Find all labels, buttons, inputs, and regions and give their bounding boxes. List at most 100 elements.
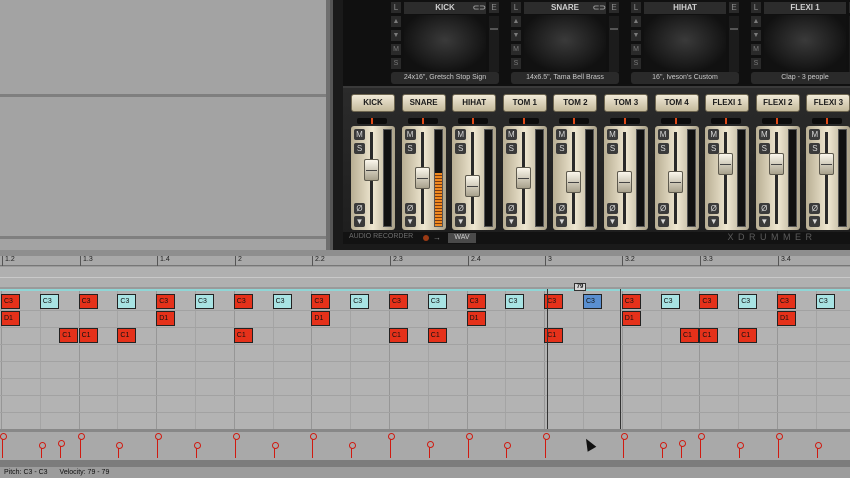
arrow-up-icon[interactable]: ▲ bbox=[751, 16, 761, 27]
pan-knob[interactable] bbox=[761, 118, 792, 124]
phase-invert-button[interactable]: Ø bbox=[455, 203, 467, 214]
midi-note[interactable]: C3 bbox=[1, 294, 20, 309]
load-button[interactable]: L bbox=[751, 2, 761, 13]
volume-fader[interactable] bbox=[667, 170, 683, 193]
load-button[interactable]: L bbox=[391, 2, 401, 13]
channel-name-button[interactable]: FLEXI 1 bbox=[705, 94, 750, 112]
pan-knob[interactable] bbox=[458, 118, 489, 124]
midi-note[interactable]: C3 bbox=[815, 294, 835, 309]
pan-knob[interactable] bbox=[610, 118, 640, 124]
midi-note[interactable]: C3 bbox=[389, 294, 408, 309]
midi-note[interactable]: C3 bbox=[117, 294, 137, 309]
midi-note[interactable]: C3 bbox=[660, 294, 680, 309]
phase-invert-button[interactable]: Ø bbox=[404, 203, 416, 214]
velocity-bar[interactable] bbox=[38, 441, 46, 458]
arrow-up-icon[interactable]: ▲ bbox=[511, 16, 521, 27]
pan-knob[interactable] bbox=[812, 118, 843, 124]
phase-invert-button[interactable]: Ø bbox=[556, 203, 568, 214]
arrow-down-icon[interactable]: ▼ bbox=[751, 30, 761, 41]
midi-note[interactable]: D1 bbox=[311, 311, 331, 326]
solo-button[interactable]: S bbox=[657, 143, 669, 154]
edit-button[interactable]: E bbox=[729, 2, 739, 13]
link-icon[interactable]: ⊂⊃ bbox=[473, 2, 486, 14]
mute-button[interactable]: M bbox=[751, 44, 761, 55]
horizontal-scrollbar[interactable] bbox=[0, 460, 850, 467]
mute-button[interactable]: M bbox=[511, 44, 521, 55]
midi-note[interactable]: D1 bbox=[621, 311, 641, 326]
output-button[interactable]: ▼ bbox=[404, 216, 416, 227]
volume-fader[interactable] bbox=[718, 153, 734, 175]
midi-note[interactable]: C3 bbox=[350, 294, 370, 309]
velocity-bar[interactable] bbox=[116, 441, 124, 458]
phase-invert-button[interactable]: Ø bbox=[708, 203, 720, 214]
channel-name-button[interactable]: TOM 4 bbox=[654, 94, 699, 112]
volume-fader[interactable] bbox=[465, 175, 481, 198]
kit-piece-name[interactable]: 24x16", Gretsch Stop Sign bbox=[391, 72, 499, 84]
solo-button[interactable]: S bbox=[631, 58, 641, 69]
channel-name-button[interactable]: FLEXI 3 bbox=[806, 94, 850, 112]
output-button[interactable]: ▼ bbox=[708, 216, 720, 227]
load-button[interactable]: L bbox=[631, 2, 641, 13]
edit-button[interactable]: E bbox=[609, 2, 619, 13]
midi-note[interactable]: C3 bbox=[738, 294, 758, 309]
phase-invert-button[interactable]: Ø bbox=[758, 203, 770, 214]
link-icon[interactable]: ⊂⊃ bbox=[593, 2, 606, 14]
mute-button[interactable]: M bbox=[708, 129, 720, 140]
midi-note[interactable]: C3 bbox=[505, 294, 525, 309]
channel-name-button[interactable]: HIHAT bbox=[452, 94, 497, 112]
solo-button[interactable]: S bbox=[455, 143, 467, 154]
velocity-bar[interactable] bbox=[814, 441, 822, 458]
volume-fader[interactable] bbox=[566, 170, 582, 193]
solo-button[interactable]: S bbox=[607, 143, 618, 154]
pan-knob[interactable] bbox=[711, 118, 742, 124]
output-button[interactable]: ▼ bbox=[455, 216, 467, 227]
velocity-bar[interactable] bbox=[0, 433, 7, 458]
mute-button[interactable]: M bbox=[607, 129, 618, 140]
midi-note[interactable]: C1 bbox=[699, 328, 719, 343]
arrow-up-icon[interactable]: ▲ bbox=[391, 16, 401, 27]
midi-note[interactable]: C3 bbox=[272, 294, 292, 309]
kit-slot[interactable]: LE▲▼MSFLEXI 1Clap - 3 people bbox=[751, 0, 850, 86]
midi-note[interactable]: C3 bbox=[777, 294, 796, 309]
midi-note[interactable]: D1 bbox=[1, 311, 20, 326]
velocity-bar[interactable] bbox=[659, 441, 667, 458]
solo-button[interactable]: S bbox=[809, 143, 821, 154]
midi-note[interactable]: C1 bbox=[117, 328, 137, 343]
volume-fader[interactable] bbox=[414, 167, 430, 189]
midi-note[interactable]: C3 bbox=[621, 294, 641, 309]
velocity-bar[interactable] bbox=[426, 440, 434, 458]
kit-piece-name[interactable]: 16", Iveson's Custom bbox=[631, 72, 739, 84]
solo-button[interactable]: S bbox=[354, 143, 365, 154]
channel-name-button[interactable]: TOM 2 bbox=[553, 94, 598, 112]
pan-knob[interactable] bbox=[508, 118, 539, 124]
midi-note[interactable]: C1 bbox=[427, 328, 447, 343]
loop-bar[interactable] bbox=[0, 267, 850, 288]
arrow-down-icon[interactable]: ▼ bbox=[631, 30, 641, 41]
velocity-bar[interactable] bbox=[155, 433, 163, 458]
midi-note[interactable]: C1 bbox=[680, 328, 699, 343]
velocity-bar[interactable] bbox=[232, 433, 240, 458]
channel-name-button[interactable]: KICK bbox=[351, 94, 395, 112]
midi-note[interactable]: C3 bbox=[583, 294, 602, 309]
output-button[interactable]: ▼ bbox=[556, 216, 568, 227]
velocity-bar[interactable] bbox=[271, 441, 279, 458]
midi-note[interactable]: C1 bbox=[389, 328, 408, 343]
velocity-bar[interactable] bbox=[194, 441, 201, 458]
output-button[interactable]: ▼ bbox=[758, 216, 770, 227]
mute-button[interactable]: M bbox=[455, 129, 467, 140]
kit-slot[interactable]: L E ▲ ▼ M S SNARE ⊂⊃ 14x6.5", Tama Bell Brass bbox=[511, 0, 619, 86]
velocity-bar[interactable] bbox=[58, 439, 66, 458]
velocity-bar[interactable] bbox=[776, 433, 783, 458]
channel-name-button[interactable]: FLEXI 2 bbox=[755, 94, 800, 112]
mute-button[interactable]: M bbox=[404, 129, 416, 140]
velocity-lane[interactable] bbox=[0, 432, 850, 460]
volume-fader[interactable] bbox=[819, 153, 835, 175]
arrow-down-icon[interactable]: ▼ bbox=[391, 30, 401, 41]
kit-piece-name[interactable]: Clap - 3 people bbox=[751, 72, 850, 84]
mute-button[interactable]: M bbox=[556, 129, 568, 140]
midi-note[interactable]: C3 bbox=[233, 294, 253, 309]
note-grid[interactable]: C3 C3 C3 C3 C3 C3 C3 C3 C3 C3 C3 C3 C3 C3 C3 C3 C3 C3 C3 C3… bbox=[0, 289, 850, 431]
format-button[interactable]: WAV bbox=[448, 233, 476, 243]
solo-button[interactable]: S bbox=[511, 58, 521, 69]
midi-note[interactable]: C1 bbox=[78, 328, 98, 343]
